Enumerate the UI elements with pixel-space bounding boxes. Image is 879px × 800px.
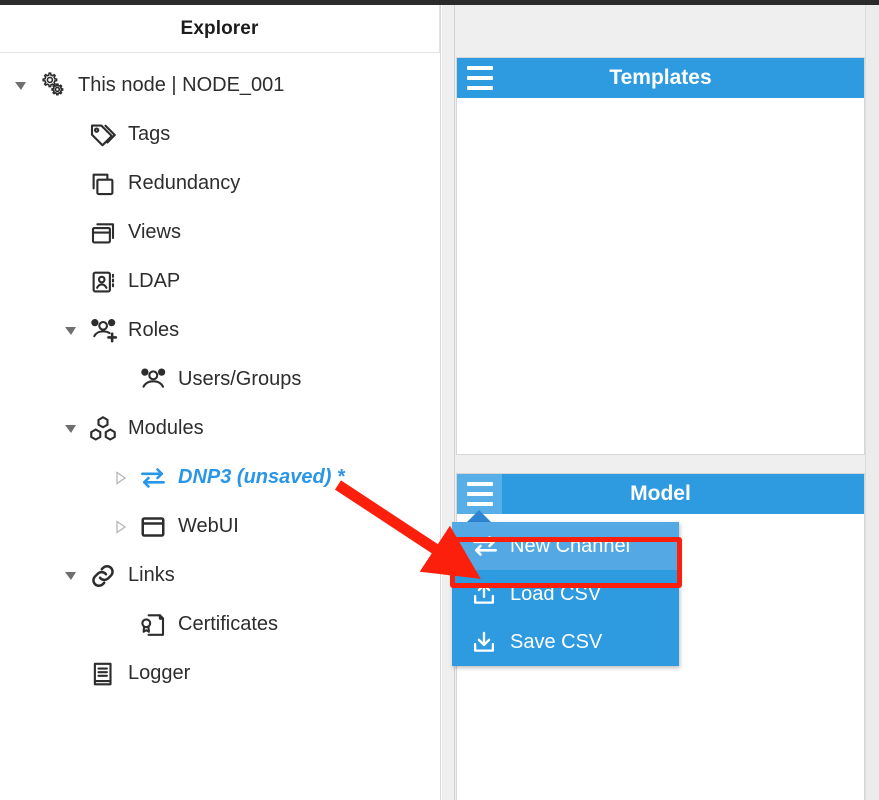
chevron-expanded-icon[interactable] [8,79,34,93]
templates-panel: Templates [456,57,865,455]
id-card-icon [84,267,124,297]
tree-item-roles[interactable]: Roles [0,306,440,355]
tree-item-views[interactable]: Views [0,208,440,257]
tree-item-dnp3-unsaved[interactable]: DNP3 (unsaved) * [0,453,440,502]
menu-item-save-csv[interactable]: Save CSV [452,618,679,666]
explorer-header: Explorer [0,5,440,53]
tree-item-webui[interactable]: WebUI [0,502,440,551]
menu-item-label: New Channel [510,534,631,557]
exchange-icon [134,463,174,493]
right-panel-area: Templates Model [442,5,879,800]
chevron-collapsed-icon[interactable] [108,470,134,485]
book-icon [84,659,124,689]
vertical-splitter[interactable] [442,5,455,800]
page-title: Explorer [180,17,259,39]
tags-icon [84,120,124,150]
tree-item-users-groups[interactable]: Users/Groups [0,355,440,404]
application-window: Explorer This node | NODE_001 Tags Redunda… [0,0,879,800]
chevron-expanded-icon[interactable] [58,422,84,436]
menu-item-label: Load CSV [510,582,602,605]
menu-item-label: Save CSV [510,630,603,653]
templates-menu-button[interactable] [457,58,502,98]
tree-item-certificates[interactable]: Certificates [0,600,440,649]
model-panel-title: Model [630,482,691,505]
gears-icon [34,71,74,101]
tree-item-logger[interactable]: Logger [0,649,440,698]
exchange-icon [470,531,508,561]
model-dropdown-menu[interactable]: New Channel Load CSV Save CSV [452,522,679,666]
tree-item-tags[interactable]: Tags [0,110,440,159]
link-icon [84,561,124,591]
tree-item-redundancy[interactable]: Redundancy [0,159,440,208]
menu-item-new-channel[interactable]: New Channel [452,522,679,570]
tree-item-label: DNP3 (unsaved) * [178,466,345,488]
tree-item-modules[interactable]: Modules [0,404,440,453]
tree-item-ldap[interactable]: LDAP [0,257,440,306]
hamburger-icon [466,479,493,509]
model-panel-header: Model [457,474,864,514]
tree-item-label: This node | NODE_001 [78,74,285,96]
explorer-panel: Explorer This node | NODE_001 Tags Redunda… [0,5,441,800]
templates-panel-header: Templates [457,58,864,98]
tree-item-label: WebUI [178,515,239,537]
tree-item-links[interactable]: Links [0,551,440,600]
tree-item-label: Links [128,564,175,586]
chevron-expanded-icon[interactable] [58,569,84,583]
tree-item-label: LDAP [128,270,181,292]
chevron-expanded-icon[interactable] [58,324,84,338]
hamburger-icon [466,63,493,93]
users-add-icon [84,316,124,346]
templates-panel-body[interactable] [457,98,864,454]
tree-item-label: Views [128,221,181,243]
copy-icon [84,169,124,199]
upload-icon [470,580,508,608]
tree-item-label: Roles [128,319,180,341]
cubes-icon [84,414,124,444]
model-menu-button[interactable] [457,474,502,514]
tree-item-label: Logger [128,662,191,684]
download-icon [470,628,508,656]
tree-item-label: Modules [128,417,204,439]
browser-icon [134,512,174,542]
menu-item-load-csv[interactable]: Load CSV [452,570,679,618]
window-icon [84,218,124,248]
tree-item-label: Tags [128,123,171,145]
explorer-tree[interactable]: This node | NODE_001 Tags Redundancy Views L… [0,53,440,698]
users-icon [134,365,174,395]
chevron-collapsed-icon[interactable] [108,519,134,534]
templates-panel-title: Templates [609,66,712,89]
tree-item-label: Redundancy [128,172,241,194]
certificate-icon [134,610,174,640]
tree-item-label: Users/Groups [178,368,302,390]
tree-item-label: Certificates [178,613,279,635]
right-scrollbar-strip[interactable] [865,5,879,800]
tree-item-this-node-node-001[interactable]: This node | NODE_001 [0,61,440,110]
